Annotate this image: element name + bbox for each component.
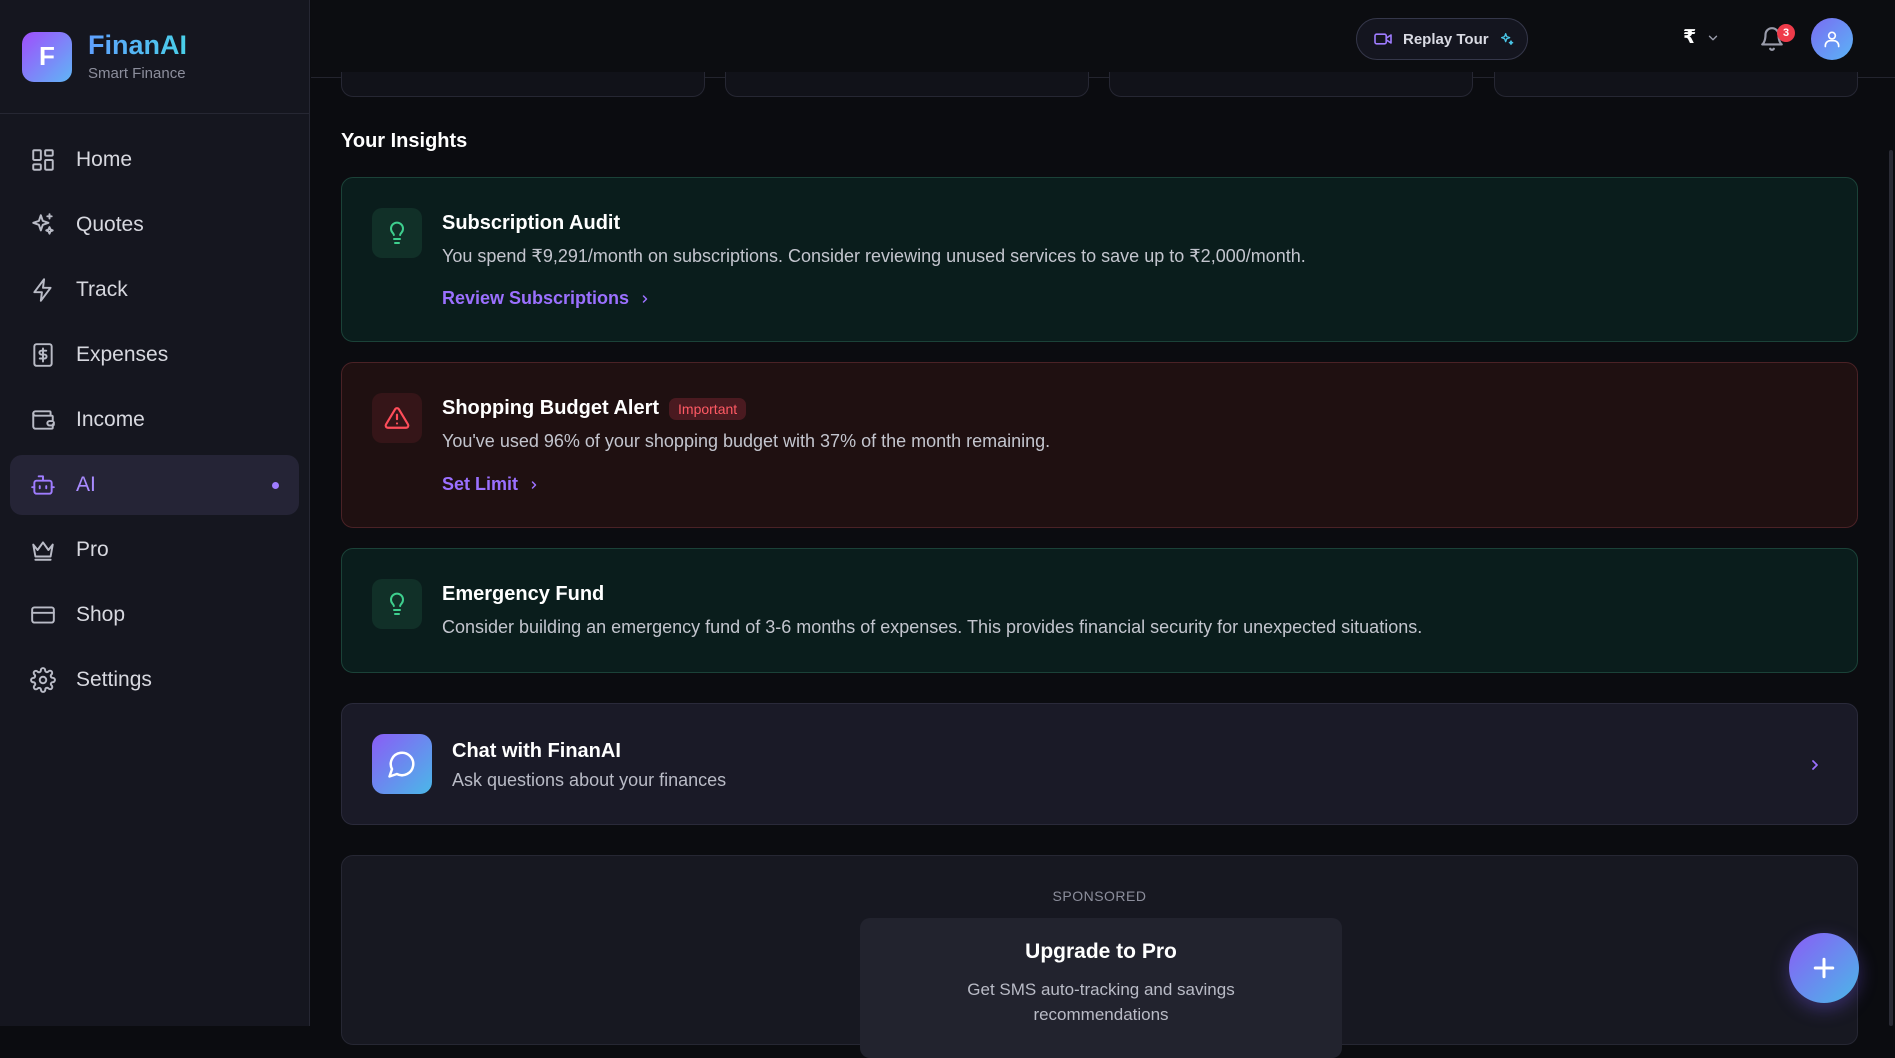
insight-icon-box: [372, 393, 422, 443]
insight-icon-box: [372, 579, 422, 629]
sidebar-item-shop[interactable]: Shop: [10, 585, 299, 645]
replay-tour-label: Replay Tour: [1403, 30, 1489, 48]
brand[interactable]: F FinanAI Smart Finance: [0, 0, 309, 114]
sidebar-item-track[interactable]: Track: [10, 260, 299, 320]
plus-icon: [1813, 957, 1835, 979]
insight-card-emergency-fund: Emergency Fund Consider building an emer…: [341, 548, 1858, 673]
brand-subtitle: Smart Finance: [88, 64, 186, 82]
lightbulb-icon: [390, 592, 404, 615]
stat-card: [1494, 72, 1858, 97]
stat-card: [725, 72, 1089, 97]
dollar-receipt-icon: [33, 343, 53, 367]
sidebar-item-label: Quotes: [76, 213, 144, 236]
grid-icon: [32, 149, 54, 171]
chevron-down-icon: [1709, 35, 1718, 40]
sidebar-item-settings[interactable]: Settings: [10, 650, 299, 710]
chevron-right-icon: [642, 294, 648, 303]
scrollbar[interactable]: [1889, 150, 1893, 1026]
insight-description: Consider building an emergency fund of 3…: [442, 617, 1423, 637]
action-label: Set Limit: [442, 474, 519, 494]
add-button[interactable]: [1789, 933, 1859, 1003]
sidebar-item-label: Home: [76, 148, 133, 171]
brand-name: FinanAI: [88, 30, 187, 61]
section-title: Your Insights: [341, 130, 468, 152]
chat-title: Chat with FinanAI: [452, 740, 621, 762]
sidebar-item-label: Expenses: [76, 343, 169, 366]
robot-icon: [31, 475, 55, 495]
insight-title-row: Shopping Budget Alert Important: [442, 397, 747, 420]
sponsored-label: SPONSORED: [1052, 888, 1147, 904]
review-subscriptions-link[interactable]: Review Subscriptions: [442, 288, 651, 309]
sidebar-item-income[interactable]: Income: [10, 390, 299, 450]
chat-with-finanai-card[interactable]: Chat with FinanAI Ask questions about yo…: [341, 703, 1858, 825]
chevron-right-icon: [1812, 760, 1818, 770]
notification-badge: 3: [1777, 24, 1795, 42]
insight-icon-box: [372, 208, 422, 258]
set-limit-link[interactable]: Set Limit: [442, 474, 540, 495]
sidebar-nav: Home Quotes Track Expenses Income AI Pro: [0, 114, 309, 731]
currency-symbol: ₹: [1683, 27, 1697, 48]
brand-text: FinanAI Smart Finance: [88, 30, 187, 82]
insight-title: Shopping Budget Alert: [442, 397, 660, 419]
chat-subtitle: Ask questions about your finances: [452, 770, 727, 790]
lightbulb-icon: [390, 221, 404, 244]
user-icon: [1824, 31, 1840, 48]
sidebar-item-label: AI: [76, 473, 96, 496]
sidebar-item-label: Income: [76, 408, 145, 431]
sidebar-item-label: Pro: [76, 538, 109, 561]
gear-icon: [30, 667, 56, 693]
brand-logo: F: [22, 31, 72, 82]
sparkles-icon: [1500, 33, 1513, 45]
important-tag: Important: [669, 397, 747, 420]
sponsored-section: SPONSORED Upgrade to Pro Get SMS auto-tr…: [341, 855, 1858, 1058]
insight-card-subscription-audit: Subscription Audit You spend ₹9,291/mont…: [341, 177, 1858, 342]
sidebar-item-label: Track: [76, 278, 128, 301]
upgrade-promo-card[interactable]: Upgrade to Pro Get SMS auto-tracking and…: [860, 918, 1342, 1058]
warning-triangle-icon: [384, 407, 410, 429]
insight-description: You've used 96% of your shopping budget …: [442, 431, 1051, 451]
insight-title: Emergency Fund: [442, 583, 605, 605]
chat-bubble-icon: [388, 751, 415, 778]
replay-tour-button[interactable]: Replay Tour: [1356, 18, 1528, 60]
credit-card-icon: [31, 606, 55, 624]
sparkles-icon: [32, 213, 54, 235]
stat-card: [341, 72, 705, 97]
active-indicator-dot: [272, 482, 279, 489]
promo-description: Get SMS auto-tracking and savings recomm…: [967, 980, 1235, 1024]
sidebar-item-expenses[interactable]: Expenses: [10, 325, 299, 385]
chevron-right-icon: [531, 480, 537, 489]
sidebar-item-quotes[interactable]: Quotes: [10, 195, 299, 255]
sidebar: F FinanAI Smart Finance Home Quotes Trac…: [0, 0, 310, 1026]
stat-card: [1109, 72, 1473, 97]
wallet-icon: [32, 410, 55, 430]
sidebar-item-ai[interactable]: AI: [10, 455, 299, 515]
sidebar-item-home[interactable]: Home: [10, 130, 299, 190]
insight-description: You spend ₹9,291/month on subscriptions.…: [442, 246, 1306, 266]
action-label: Review Subscriptions: [442, 288, 630, 308]
sidebar-item-label: Shop: [76, 603, 126, 626]
currency-selector[interactable]: ₹: [1683, 26, 1720, 49]
top-header: Replay Tour ₹ 3: [311, 0, 1895, 78]
insight-card-shopping-budget-alert: Shopping Budget Alert Important You've u…: [341, 362, 1858, 528]
avatar[interactable]: [1811, 18, 1853, 60]
insight-title: Subscription Audit: [442, 212, 621, 234]
promo-title: Upgrade to Pro: [1025, 940, 1177, 963]
sidebar-item-pro[interactable]: Pro: [10, 520, 299, 580]
crown-icon: [32, 541, 54, 561]
chat-icon-box: [372, 734, 432, 794]
video-camera-icon: [1374, 33, 1392, 45]
lightning-icon: [33, 278, 52, 302]
sidebar-item-label: Settings: [76, 668, 152, 691]
